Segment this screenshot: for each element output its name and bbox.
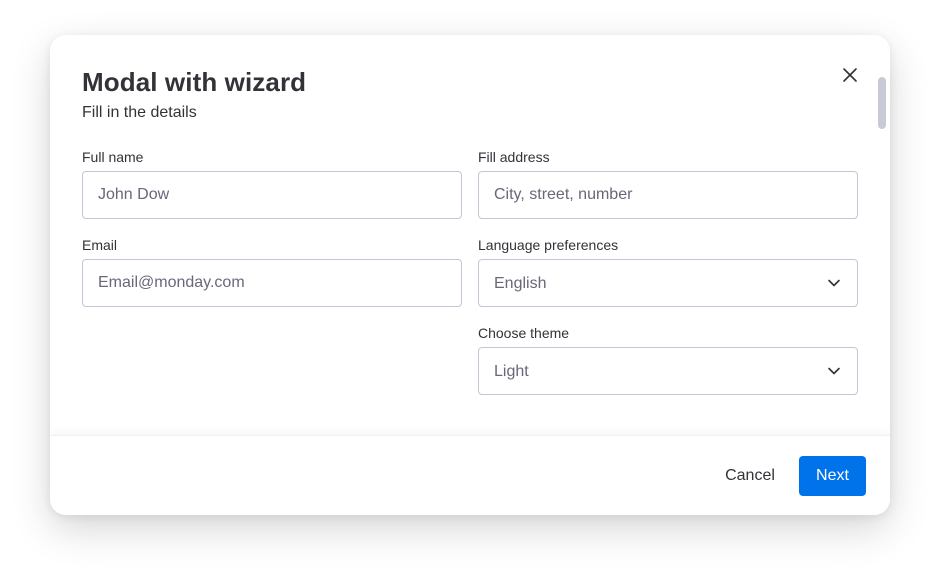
modal-subtitle: Fill in the details [82,104,197,121]
email-input[interactable] [82,259,462,307]
theme-dropdown[interactable]: Light [478,347,858,395]
next-button[interactable]: Next [799,456,866,496]
chevron-down-icon [828,279,840,287]
language-label: Language preferences [478,237,619,253]
chevron-down-icon [828,367,840,375]
wizard-modal: Modal with wizard Fill in the details Fu… [50,35,890,515]
modal-footer: Cancel Next [50,435,890,515]
full-name-input[interactable] [82,171,462,219]
address-input[interactable] [478,171,858,219]
theme-selected-value: Light [494,363,529,380]
scrollbar-thumb[interactable] [878,77,886,129]
language-dropdown[interactable]: English [478,259,858,307]
language-selected-value: English [494,275,547,292]
cancel-button[interactable]: Cancel [712,456,788,496]
theme-label: Choose theme [478,325,570,341]
page-backdrop: Modal with wizard Fill in the details Fu… [0,0,940,580]
email-label: Email [82,237,118,253]
address-label: Fill address [478,149,550,165]
close-button[interactable] [836,61,864,89]
close-icon [843,68,857,82]
full-name-label: Full name [82,149,144,165]
modal-title: Modal with wizard [82,67,307,97]
